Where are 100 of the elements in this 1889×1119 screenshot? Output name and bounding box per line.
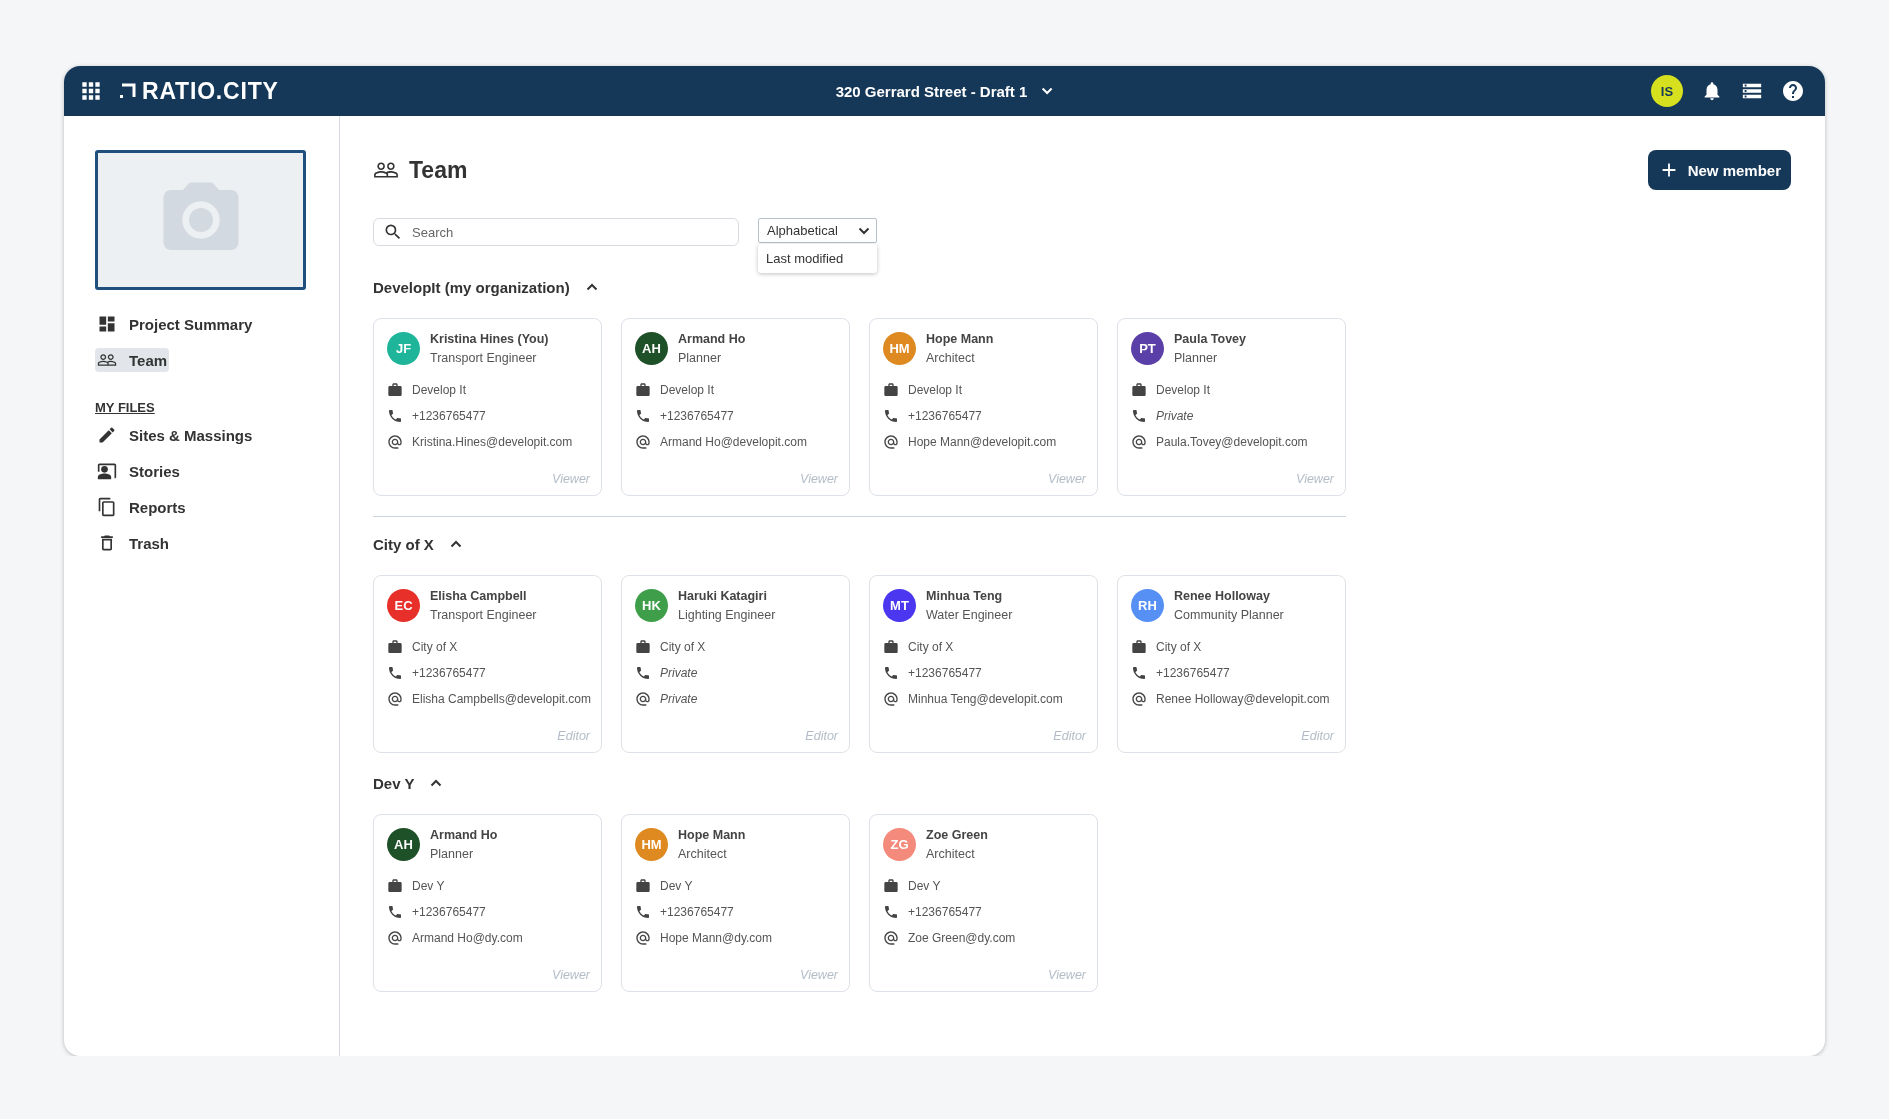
group-title: Dev Y [373,774,415,792]
at-sign-icon [635,930,651,946]
briefcase-icon [635,878,651,894]
member-organization: Dev Y [412,879,445,893]
at-sign-icon [635,434,651,450]
collapse-toggle[interactable] [430,779,443,787]
member-phone: +1236765477 [412,409,486,423]
member-role: Water Engineer [926,608,1013,622]
member-email: Private [660,692,698,706]
member-email: Armand Ho@dy.com [412,931,523,945]
briefcase-icon [883,382,899,398]
member-name: Hope Mann [678,828,746,842]
member-email: Minhua Teng@developit.com [908,692,1063,706]
member-phone: +1236765477 [660,905,734,919]
member-organization: City of X [908,640,954,654]
member-name: Zoe Green [926,828,988,842]
phone-icon [1131,665,1147,681]
pencil-icon [97,425,117,445]
member-role: Planner [430,847,475,861]
member-email: Paula.Tovey@developit.com [1156,435,1308,449]
member-name: Minhua Teng [926,589,1004,603]
briefcase-icon [883,878,899,894]
sidebar-item[interactable]: Reports [95,495,188,519]
member-avatar: RH [1131,589,1164,622]
briefcase-icon [635,639,651,655]
sidebar-item[interactable]: Team [95,348,170,372]
member-role: Transport Engineer [430,608,537,622]
member-name: Armand Ho [678,332,746,346]
member-role: Architect [678,847,728,861]
chevron-down-icon [858,226,870,235]
member-avatar: PT [1131,332,1164,365]
at-sign-icon [883,930,899,946]
sidebar-item[interactable]: Sites & Massings [95,423,255,447]
member-email: Renee Holloway@developit.com [1156,692,1330,706]
phone-icon [635,665,651,681]
sort-dropdown[interactable]: Alphabetical [758,218,877,243]
access-level: Viewer [800,968,838,982]
logo-text: RATIO.CITY [142,77,279,105]
briefcase-icon [1131,639,1147,655]
briefcase-icon [387,639,403,655]
member-phone: +1236765477 [908,905,982,919]
member-name: Haruki Katagiri [678,589,768,603]
member-name: Elisha Campbell [430,589,528,603]
member-organization: City of X [660,640,706,654]
access-level: Viewer [1048,472,1086,486]
phone-icon [387,904,403,920]
collapse-toggle[interactable] [449,540,462,548]
access-level: Viewer [1296,472,1334,486]
sidebar-item[interactable]: Project Summary [95,312,255,336]
briefcase-icon [387,382,403,398]
collapse-toggle[interactable] [585,283,598,291]
member-organization: Develop It [660,383,715,397]
member-organization: City of X [412,640,458,654]
user-avatar[interactable]: IS [1651,75,1683,107]
member-phone: Private [1156,409,1194,423]
new-member-button[interactable]: New member [1647,150,1791,190]
at-sign-icon [387,691,403,707]
member-name: Renee Holloway [1174,589,1271,603]
sidebar-item[interactable]: Stories [95,459,182,483]
member-avatar: JF [387,332,420,365]
member-avatar: HM [635,828,668,861]
chevron-up-icon [449,540,462,548]
phone-icon [635,408,651,424]
member-organization: City of X [1156,640,1202,654]
dashboard-icon [97,314,117,334]
search-field[interactable]: Search [373,218,739,246]
phone-icon [883,904,899,920]
member-role: Lighting Engineer [678,608,776,622]
member-phone: +1236765477 [908,409,982,423]
member-role: Community Planner [1174,608,1284,622]
member-email: Elisha Campbells@developit.com [412,692,591,706]
member-avatar: AH [635,332,668,365]
member-name: Armand Ho [430,828,498,842]
sidebar-item[interactable]: Trash [95,531,172,555]
member-avatar: ZG [883,828,916,861]
phone-icon [387,408,403,424]
member-email: Armand Ho@developit.com [660,435,807,449]
access-level: Editor [805,729,838,743]
member-email: Hope Mann@developit.com [908,435,1057,449]
member-role: Architect [926,847,976,861]
help-icon[interactable] [1781,79,1805,103]
at-sign-icon [883,691,899,707]
phone-icon [1131,408,1147,424]
member-name: Kristina Hines (You) [430,332,549,346]
sort-option[interactable]: Last modified [758,248,877,269]
at-sign-icon [1131,434,1147,450]
at-sign-icon [1131,691,1147,707]
member-organization: Develop It [412,383,467,397]
member-phone: Private [660,666,698,680]
access-level: Editor [1053,729,1086,743]
search-icon [383,222,403,242]
access-level: Viewer [800,472,838,486]
member-role: Planner [1174,351,1219,365]
member-organization: Dev Y [908,879,941,893]
at-sign-icon [883,434,899,450]
at-sign-icon [387,930,403,946]
member-role: Planner [678,351,723,365]
phone-icon [387,665,403,681]
project-selector[interactable]: 320 Gerrard Street - Draft 1 [829,81,1060,101]
briefcase-icon [387,878,403,894]
